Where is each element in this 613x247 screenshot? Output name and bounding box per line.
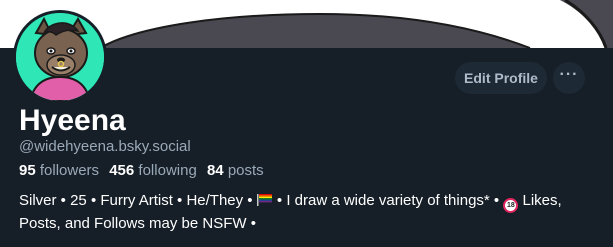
following-link[interactable]: 456 following [109, 162, 197, 179]
profile-handle: @widehyeena.bsky.social [19, 138, 191, 155]
followers-link[interactable]: 95 followers [19, 162, 99, 179]
followers-count: 95 [19, 162, 36, 179]
more-options-button[interactable]: ··· [553, 62, 585, 94]
bio-text-2: • I draw a wide variety of things* • [272, 192, 504, 209]
profile-header: Edit Profile ··· Hyeena @widehyeena.bsky… [0, 0, 613, 247]
no-under-18-icon: 18 [503, 198, 519, 213]
bio-text-1: Silver • 25 • Furry Artist • He/They • [19, 192, 257, 209]
followers-label: followers [39, 162, 100, 179]
avatar[interactable] [13, 10, 107, 104]
hyena-avatar-icon [16, 13, 104, 101]
profile-stats: 95 followers 456 following 84 posts [19, 162, 264, 180]
posts-count-text: 84 posts [207, 162, 264, 179]
edit-profile-button[interactable]: Edit Profile [455, 62, 547, 94]
display-name: Hyeena [19, 104, 126, 137]
posts-label: posts [227, 162, 264, 179]
rainbow-flag-icon [256, 194, 273, 206]
posts-count: 84 [206, 162, 224, 179]
following-count: 456 [109, 162, 135, 179]
following-label: following [138, 162, 197, 179]
ellipsis-icon: ··· [559, 66, 579, 83]
profile-bio: Silver • 25 • Furry Artist • He/They • •… [19, 190, 599, 234]
